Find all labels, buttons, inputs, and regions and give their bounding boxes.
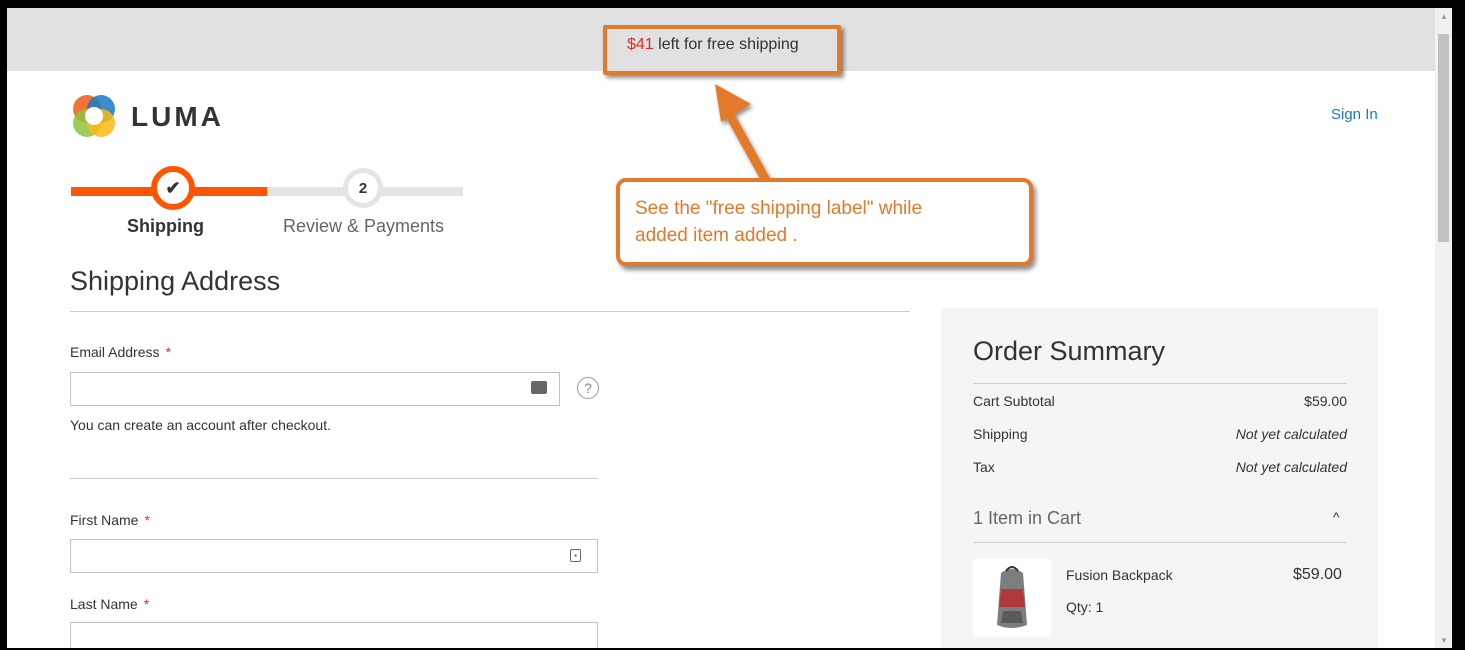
banner-highlight-box [603, 25, 841, 75]
last-name-field[interactable] [70, 622, 598, 648]
scrollbar-thumb[interactable] [1438, 34, 1449, 242]
row-label: Cart Subtotal [973, 393, 1055, 409]
step-shipping-label: Shipping [127, 216, 204, 236]
annotation-line-2: added item added . [635, 225, 798, 246]
step-review-number: 2 [343, 168, 383, 208]
order-summary-title: Order Summary [973, 336, 1166, 366]
checkout-page: $41 left for free shipping ▲ ▼ LUMA Sign… [7, 8, 1452, 648]
required-mark: * [165, 344, 171, 360]
first-name-field[interactable] [70, 539, 598, 573]
password-manager-icon[interactable] [531, 381, 547, 394]
email-note: You can create an account after checkout… [70, 417, 331, 433]
first-name-label: First Name * [70, 512, 150, 528]
summary-divider [973, 383, 1347, 384]
row-label: Tax [973, 459, 995, 475]
scroll-down-icon[interactable]: ▼ [1440, 636, 1448, 645]
product-qty: Qty: 1 [1066, 599, 1104, 615]
step-shipping-check-icon: ✔ [151, 166, 195, 210]
product-name: Fusion Backpack [1066, 567, 1173, 583]
product-price: $59.00 [1293, 566, 1342, 583]
email-label: Email Address * [70, 344, 171, 360]
items-in-cart-toggle[interactable]: 1 Item in Cart [973, 508, 1081, 529]
shipping-address-title: Shipping Address [70, 266, 281, 296]
last-name-label: Last Name * [70, 596, 150, 612]
required-mark: * [144, 512, 150, 528]
logo-text[interactable]: LUMA [131, 101, 224, 133]
email-divider [70, 478, 598, 479]
cart-divider [973, 542, 1347, 543]
required-mark: * [143, 596, 150, 612]
product-thumbnail [973, 559, 1051, 637]
step-review-label[interactable]: Review & Payments [283, 216, 444, 237]
shipping-divider [70, 311, 910, 312]
annotation-line-1: See the "free shipping label" while [635, 198, 923, 219]
sign-in-link[interactable]: Sign In [1331, 106, 1378, 123]
row-value: $59.00 [1304, 393, 1347, 409]
annotation-text: See the "free shipping label" while adde… [635, 195, 1015, 249]
email-field[interactable] [70, 372, 560, 406]
autofill-icon[interactable]: ▪ [570, 549, 581, 562]
row-value: Not yet calculated [1235, 459, 1347, 475]
scroll-up-icon[interactable]: ▲ [1440, 12, 1448, 21]
luma-logo-icon[interactable] [70, 92, 118, 140]
row-value: Not yet calculated [1235, 426, 1347, 442]
help-icon[interactable]: ? [577, 377, 599, 399]
row-label: Shipping [973, 426, 1028, 442]
chevron-up-icon[interactable]: ^ [1333, 509, 1340, 525]
